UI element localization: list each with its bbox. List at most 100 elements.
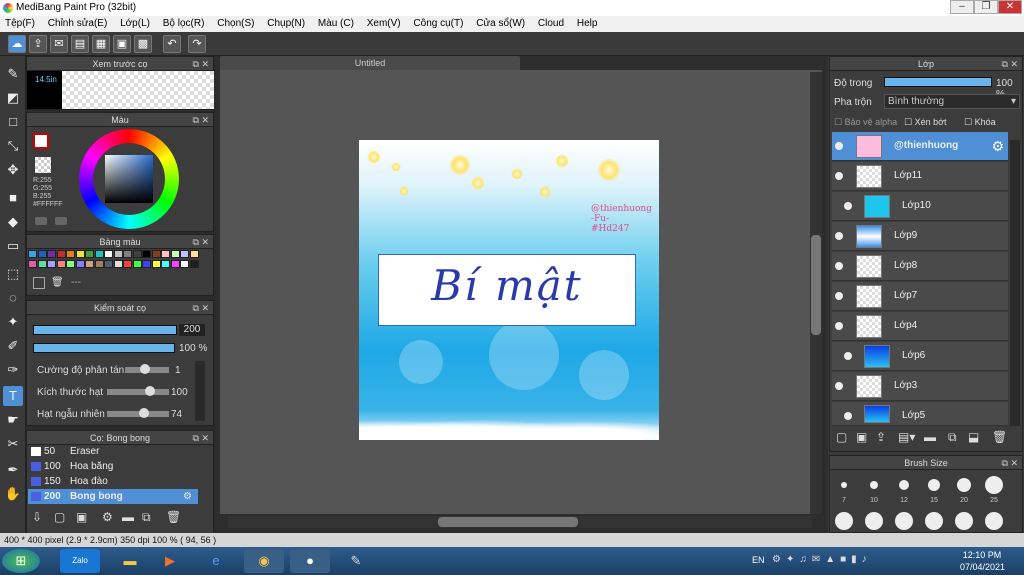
palette-swatch[interactable] [66, 250, 75, 258]
layer-row[interactable]: Lớp10 [832, 192, 1008, 221]
palette-swatch[interactable] [170, 260, 180, 268]
language-indicator[interactable]: EN [752, 555, 765, 565]
menu-window[interactable]: Cửa sổ(W) [471, 16, 530, 31]
trash-icon[interactable]: 🗑 [992, 430, 1007, 444]
palette-swatch[interactable] [142, 260, 151, 268]
tray-icons[interactable]: ⚙✦♫✉▲■▮♪ [772, 554, 872, 565]
brush-size-preset[interactable] [985, 476, 1003, 494]
brush-size-preset[interactable] [957, 478, 971, 492]
gear-icon[interactable]: ⚙ [183, 489, 192, 504]
select-pen-icon[interactable]: ✐ [3, 336, 23, 356]
brush-size-value[interactable]: 200 [179, 324, 205, 336]
lasso-icon[interactable]: ◌ [3, 288, 23, 308]
gear-icon[interactable]: ⚙ [991, 138, 1004, 155]
eye-icon[interactable] [835, 292, 843, 300]
brush-size-preset[interactable] [841, 482, 847, 488]
panel-scrollbar[interactable] [195, 361, 205, 421]
brush-size-preset[interactable] [899, 480, 909, 490]
trash-icon[interactable]: 🗑 [166, 510, 181, 524]
menu-view[interactable]: Xem(V) [362, 16, 406, 31]
bucket-tool-icon[interactable]: ◆ [3, 212, 23, 232]
minimize-button[interactable]: – [950, 0, 974, 14]
palette-swatch[interactable] [37, 250, 47, 258]
dot-tool-icon[interactable]: □ [3, 112, 23, 132]
eye-icon[interactable] [835, 232, 843, 240]
palette-swatch[interactable] [85, 250, 94, 258]
palette-swatch[interactable] [37, 260, 47, 268]
duplicate-icon[interactable]: ⧉ [948, 430, 957, 445]
brush-size-preset-large[interactable] [835, 512, 853, 530]
fill-rect-icon[interactable]: ■ [3, 188, 23, 208]
add-layer-dropdown-icon[interactable]: ▤▾ [898, 430, 915, 444]
foreground-color-swatch[interactable] [33, 133, 49, 149]
move-tool-icon[interactable]: ✥ [3, 160, 23, 180]
palette-swatch[interactable] [123, 250, 132, 258]
maximize-button[interactable]: ❐ [974, 0, 998, 14]
menu-layer[interactable]: Lớp(L) [115, 16, 155, 31]
lock-checkbox[interactable]: ☐ Khóa [964, 117, 996, 128]
close-icon[interactable]: ⧉ ✕ [193, 57, 209, 71]
brush-size-preset-large[interactable] [895, 512, 913, 530]
brush-item-selected[interactable]: 200 Bong bong ⚙ [28, 489, 198, 504]
menu-edit[interactable]: Chỉnh sửa(E) [43, 16, 113, 31]
divide-tool-icon[interactable]: ✂ [3, 434, 23, 454]
layer-row[interactable]: Lớp7 [832, 282, 1008, 311]
layer-scrollbar[interactable] [1010, 140, 1020, 426]
palette-swatch[interactable] [94, 250, 104, 258]
eye-icon[interactable] [835, 142, 843, 150]
color-mode-button[interactable] [35, 217, 47, 225]
menu-cloud[interactable]: Cloud [533, 16, 569, 31]
medibang-taskbar-icon[interactable]: ● [290, 549, 330, 573]
transparent-swatch[interactable] [35, 157, 51, 173]
palette-swatch[interactable] [151, 260, 161, 268]
palette-swatch[interactable] [189, 250, 199, 258]
menu-help[interactable]: Help [572, 16, 603, 31]
folder-icon[interactable]: ▬ [924, 430, 936, 444]
document-tab[interactable]: Untitled [220, 56, 520, 70]
upload-icon[interactable]: ⇪ [29, 35, 47, 53]
menu-filter[interactable]: Bộ lọc(R) [158, 16, 210, 31]
upload-layer-icon[interactable]: ⇪ [876, 430, 886, 444]
horizontal-scroll-thumb[interactable] [438, 517, 578, 527]
saturation-square[interactable] [105, 155, 153, 203]
grid-icon[interactable]: ▩ [134, 35, 152, 53]
zalo-icon[interactable]: Zalo [60, 549, 100, 573]
palette-swatch[interactable] [113, 260, 123, 268]
palette-swatch[interactable] [142, 250, 151, 258]
random-grain-slider[interactable] [107, 411, 169, 417]
menu-tools[interactable]: Công cụ(T) [408, 16, 468, 31]
protect-alpha-checkbox[interactable]: ☐ Bảo vệ alpha [834, 117, 897, 128]
layer-row[interactable]: Lớp4 [832, 312, 1008, 341]
settings-doc-icon[interactable]: ▣ [113, 35, 131, 53]
select-eraser-icon[interactable]: ✑ [3, 360, 23, 380]
new-halftone-layer-icon[interactable]: ▣ [856, 430, 867, 444]
eye-icon[interactable] [835, 382, 843, 390]
undo-icon[interactable]: ↶ [163, 35, 181, 53]
menu-select[interactable]: Chọn(S) [212, 16, 259, 31]
trash-icon[interactable]: 🗑 [51, 277, 64, 289]
palette-swatch[interactable] [28, 250, 37, 258]
clock[interactable]: 12:10 PM 07/04/2021 [960, 549, 1005, 573]
eye-icon[interactable] [844, 202, 852, 210]
eye-icon[interactable] [835, 322, 843, 330]
palette-swatch[interactable] [113, 250, 123, 258]
redo-icon[interactable]: ↷ [188, 35, 206, 53]
duplicate-icon[interactable]: ⧉ [142, 510, 151, 525]
palette-swatch[interactable] [28, 260, 37, 268]
cloud-icon[interactable]: ☁ [8, 35, 26, 53]
layer-row[interactable]: Lớp3 [832, 372, 1008, 401]
color-swap-button[interactable] [55, 217, 67, 225]
blend-mode-select[interactable]: Bình thường ▾ [884, 94, 1020, 109]
palette-swatch[interactable] [180, 250, 189, 258]
vertical-scroll-thumb[interactable] [811, 235, 821, 335]
palette-swatch[interactable] [151, 250, 161, 258]
palette-swatch[interactable] [47, 260, 56, 268]
close-icon[interactable]: ⧉ ✕ [193, 113, 209, 127]
brush-item[interactable]: 50 Eraser [28, 444, 198, 459]
start-button[interactable]: ⊞ [2, 549, 40, 573]
operation-tool-icon[interactable]: ☛ [3, 410, 23, 430]
palette-swatch[interactable] [104, 260, 113, 268]
close-button[interactable]: ✕ [998, 0, 1022, 14]
magic-wand-icon[interactable]: ✦ [3, 312, 23, 332]
clipping-checkbox[interactable]: ☐ Xén bớt [904, 117, 947, 128]
